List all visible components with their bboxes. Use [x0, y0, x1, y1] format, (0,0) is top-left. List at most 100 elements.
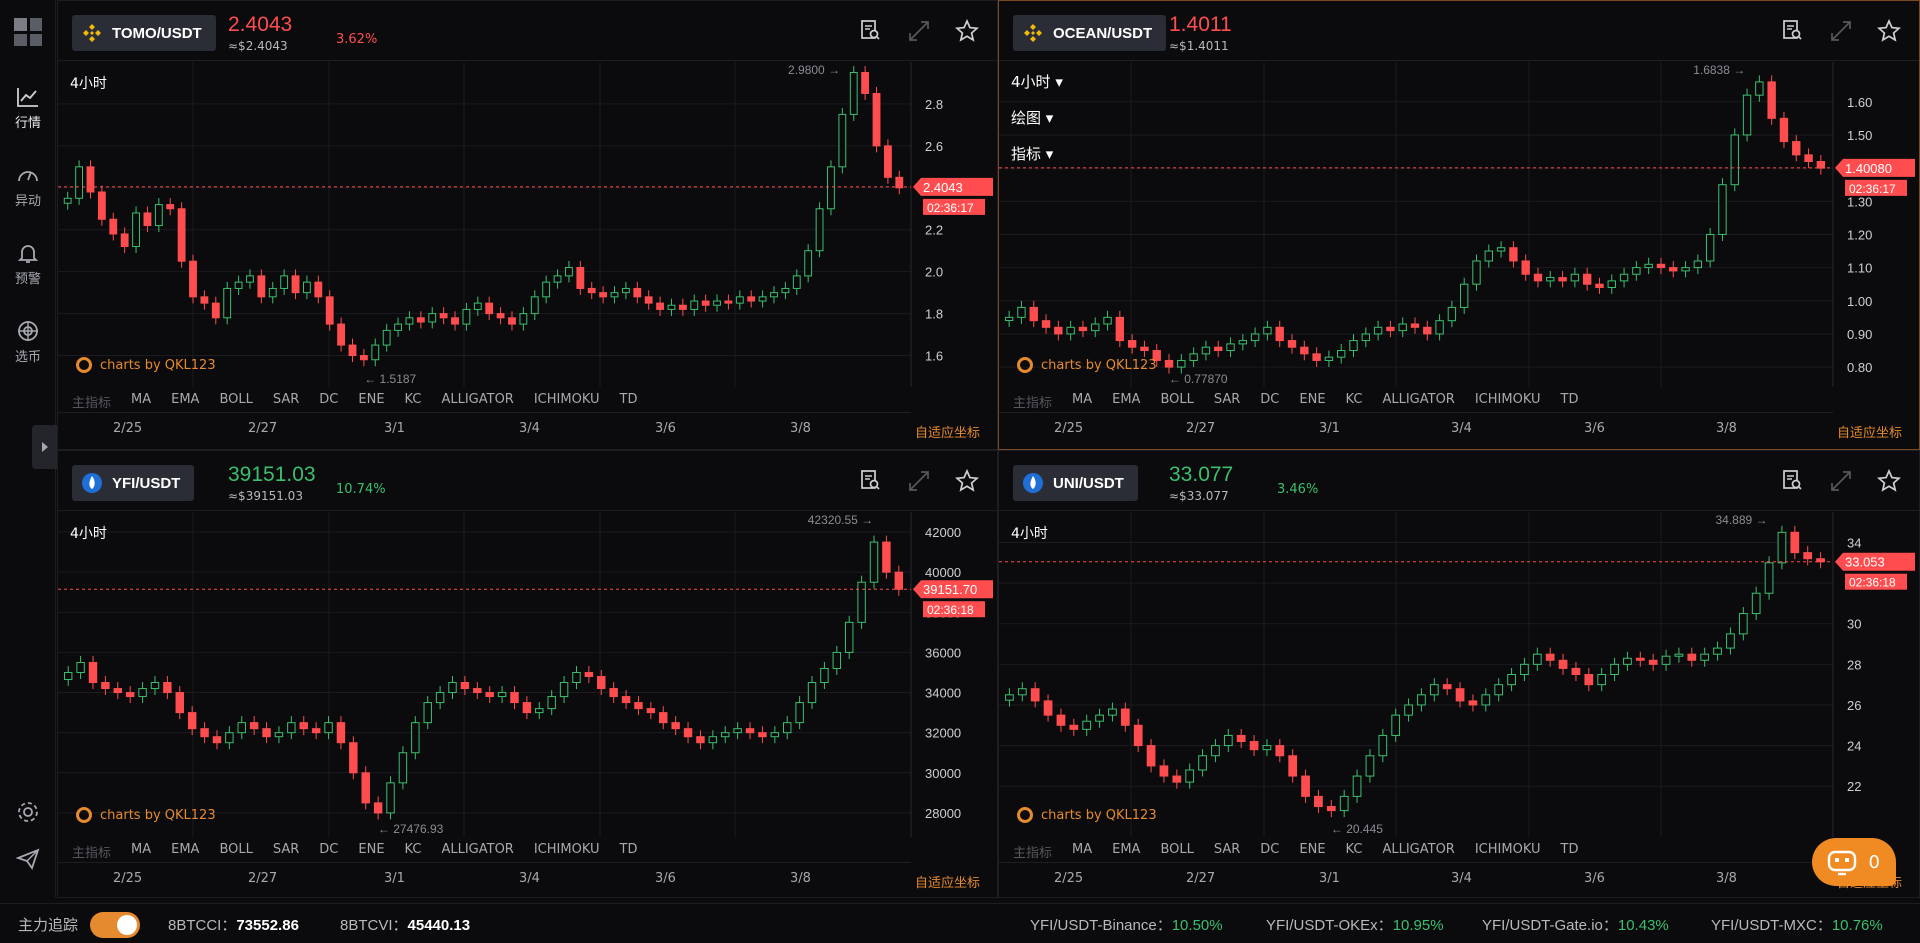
- indicator-4[interactable]: SAR: [273, 842, 299, 861]
- indicator-4[interactable]: SAR: [1214, 392, 1240, 411]
- indicator-9[interactable]: ICHIMOKU: [534, 392, 600, 411]
- pair-selector[interactable]: UNI/USDT: [1013, 465, 1138, 501]
- indicator-5[interactable]: DC: [319, 842, 338, 861]
- ticker-mxc[interactable]: YFI/USDT-MXC：10.76%: [1711, 914, 1883, 935]
- indicator-2[interactable]: EMA: [171, 842, 199, 861]
- expand-icon[interactable]: [1829, 469, 1853, 493]
- candle-body: [1610, 663, 1619, 675]
- indicator-3[interactable]: BOLL: [219, 842, 252, 861]
- candlestick-chart[interactable]: 4200040000380003600034000320003000028000…: [58, 512, 997, 837]
- indicator-8[interactable]: ALLIGATOR: [441, 392, 513, 411]
- auto-scale-button[interactable]: 自适应坐标: [915, 872, 980, 891]
- main-force-track-toggle[interactable]: [90, 912, 140, 938]
- indicator-2[interactable]: EMA: [171, 392, 199, 411]
- indicator-3[interactable]: BOLL: [1160, 842, 1193, 861]
- indicator-4[interactable]: SAR: [1214, 842, 1240, 861]
- pair-selector[interactable]: OCEAN/USDT: [1013, 15, 1167, 51]
- indicator-5[interactable]: DC: [1260, 392, 1279, 411]
- ticker-okex[interactable]: YFI/USDT-OKEx：10.95%: [1266, 914, 1444, 935]
- ticker-gateio[interactable]: YFI/USDT-Gate.io：10.43%: [1482, 914, 1669, 935]
- details-icon[interactable]: [1781, 19, 1805, 43]
- candlestick-chart[interactable]: 1.601.501.401.301.201.101.000.900.801.68…: [999, 62, 1919, 387]
- indicator-8[interactable]: ALLIGATOR: [441, 842, 513, 861]
- expand-icon[interactable]: [1829, 19, 1853, 43]
- indicator-9[interactable]: ICHIMOKU: [1475, 392, 1541, 411]
- chart-panel[interactable]: UNI/USDT33.077≈$33.0773.46%3432302826242…: [998, 450, 1920, 898]
- indicator-2[interactable]: EMA: [1112, 842, 1140, 861]
- star-icon[interactable]: [954, 468, 980, 493]
- indicator-menu[interactable]: 指标 ▾: [1011, 143, 1053, 164]
- candlestick-chart[interactable]: 3432302826242234.889 →← 20.44533.05302:3…: [999, 512, 1919, 837]
- indicator-1[interactable]: MA: [131, 392, 151, 411]
- indicator-3[interactable]: BOLL: [1160, 392, 1193, 411]
- timeframe-selector[interactable]: 4小时: [1011, 523, 1048, 543]
- indicator-7[interactable]: KC: [405, 392, 422, 411]
- send-icon[interactable]: [15, 847, 40, 871]
- indicator-10[interactable]: TD: [620, 842, 638, 861]
- ticker-binance[interactable]: YFI/USDT-Binance：10.50%: [1030, 914, 1223, 935]
- chat-bot-button[interactable]: 0: [1812, 838, 1896, 886]
- chart-panel[interactable]: OCEAN/USDT1.4011≈$1.40111.601.501.401.30…: [998, 0, 1920, 450]
- sidebar-item-label: 异动: [14, 194, 41, 209]
- binance-icon: [1024, 24, 1042, 42]
- sidebar-item-alert[interactable]: 预警: [0, 242, 56, 287]
- indicator-3[interactable]: BOLL: [219, 392, 252, 411]
- star-icon[interactable]: [1876, 468, 1902, 493]
- chart-canvas[interactable]: 2.82.62.42.22.01.81.62.9800 →← 1.51872.4…: [58, 62, 997, 387]
- binance-icon: [83, 24, 101, 42]
- date-tick: 3/4: [1451, 421, 1472, 436]
- chart-canvas[interactable]: 3432302826242234.889 →← 20.44533.05302:3…: [999, 512, 1919, 837]
- timeframe-selector[interactable]: 4小时: [70, 523, 107, 543]
- auto-scale-button[interactable]: 自适应坐标: [915, 422, 980, 441]
- star-icon[interactable]: [1876, 18, 1902, 43]
- sidebar-item-market[interactable]: 行情: [0, 86, 56, 131]
- indicator-4[interactable]: SAR: [273, 392, 299, 411]
- indicator-10[interactable]: TD: [1561, 842, 1579, 861]
- countdown-text: 02:36:17: [927, 201, 974, 215]
- indicator-8[interactable]: ALLIGATOR: [1382, 392, 1454, 411]
- chart-canvas[interactable]: 4200040000380003600034000320003000028000…: [58, 512, 997, 837]
- indicator-1[interactable]: MA: [1072, 842, 1092, 861]
- details-icon[interactable]: [859, 19, 883, 43]
- timeframe-selector[interactable]: 4小时: [70, 73, 107, 93]
- details-icon[interactable]: [859, 469, 883, 493]
- sidebar-item-select-coin[interactable]: 选币: [0, 320, 56, 365]
- auto-scale-button[interactable]: 自适应坐标: [1837, 422, 1902, 441]
- pair-selector[interactable]: YFI/USDT: [72, 465, 195, 501]
- indicator-5[interactable]: DC: [319, 392, 338, 411]
- chart-panel[interactable]: YFI/USDT 39151.03 ≈$39151.03 10.74% 42000 400…: [57, 450, 998, 898]
- indicator-6[interactable]: ENE: [1299, 842, 1325, 861]
- indicator-6[interactable]: ENE: [1299, 392, 1325, 411]
- chart-canvas[interactable]: 1.601.501.401.301.201.101.000.900.801.68…: [999, 62, 1919, 387]
- expand-icon[interactable]: [907, 469, 931, 493]
- sidebar-expand-button[interactable]: [32, 425, 58, 469]
- pair-selector[interactable]: TOMO/USDT: [72, 15, 216, 51]
- date-tick: 3/8: [790, 421, 811, 436]
- candle-body: [1632, 267, 1641, 275]
- indicator-7[interactable]: KC: [1346, 842, 1363, 861]
- indicator-10[interactable]: TD: [620, 392, 638, 411]
- indicator-1[interactable]: MA: [131, 842, 151, 861]
- indicator-6[interactable]: ENE: [358, 392, 384, 411]
- indicator-9[interactable]: ICHIMOKU: [1475, 842, 1541, 861]
- expand-icon[interactable]: [907, 19, 931, 43]
- details-icon[interactable]: [1781, 469, 1805, 493]
- settings-icon[interactable]: [16, 800, 40, 824]
- indicator-10[interactable]: TD: [1561, 392, 1579, 411]
- indicator-9[interactable]: ICHIMOKU: [534, 842, 600, 861]
- indicator-7[interactable]: KC: [405, 842, 422, 861]
- sidebar-item-movement[interactable]: 异动: [0, 164, 56, 209]
- star-icon[interactable]: [954, 18, 980, 43]
- candlestick-chart[interactable]: 2.82.62.42.22.01.81.62.9800 →← 1.51872.4…: [58, 62, 997, 387]
- indicator-8[interactable]: ALLIGATOR: [1382, 842, 1454, 861]
- draw-menu[interactable]: 绘图 ▾: [1011, 107, 1053, 128]
- candle-body: [587, 287, 596, 294]
- indicator-7[interactable]: KC: [1346, 392, 1363, 411]
- timeframe-selector[interactable]: 4小时 ▾: [1011, 71, 1063, 92]
- indicator-5[interactable]: DC: [1260, 842, 1279, 861]
- indicator-2[interactable]: EMA: [1112, 392, 1140, 411]
- grid-logo-icon[interactable]: [14, 18, 42, 46]
- chart-panel[interactable]: TOMO/USDT2.4043≈$2.40433.62%2.82.62.42.2…: [57, 0, 998, 450]
- indicator-6[interactable]: ENE: [358, 842, 384, 861]
- indicator-1[interactable]: MA: [1072, 392, 1092, 411]
